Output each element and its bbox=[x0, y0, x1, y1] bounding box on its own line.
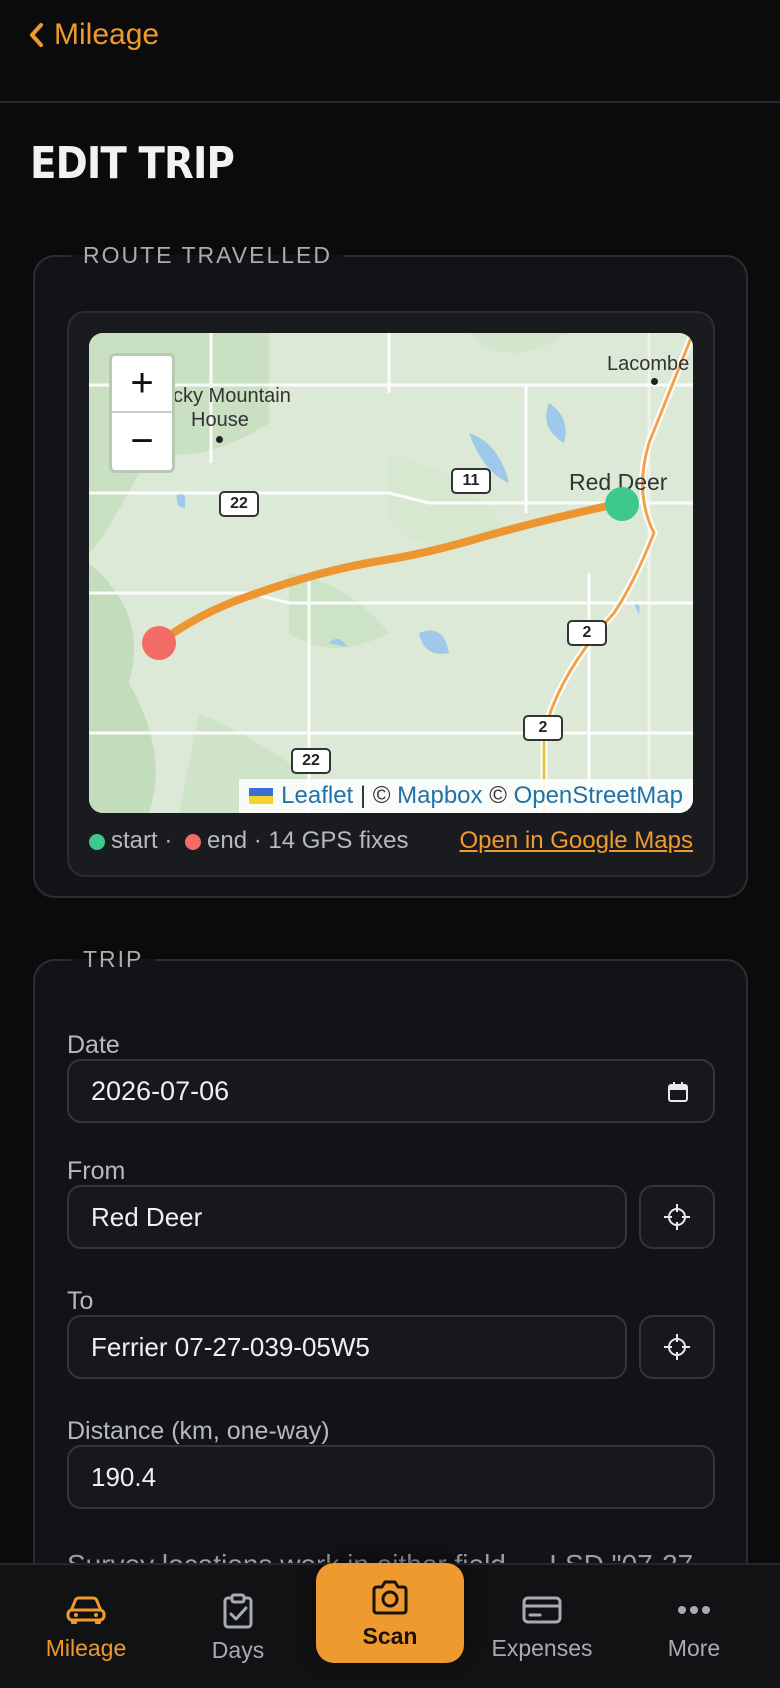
route-legend: ROUTE TRAVELLED bbox=[83, 242, 332, 268]
zoom-control: + − bbox=[109, 353, 175, 473]
mapbox-link[interactable]: Mapbox bbox=[397, 782, 482, 810]
gps-fix-count: 14 GPS fixes bbox=[268, 827, 409, 854]
end-dot-icon bbox=[185, 833, 202, 850]
tab-days[interactable]: Days bbox=[162, 1565, 314, 1688]
camera-icon bbox=[372, 1580, 408, 1615]
back-label: Mileage bbox=[54, 18, 160, 51]
clipboard-check-icon bbox=[223, 1593, 253, 1629]
zoom-in-button[interactable]: + bbox=[112, 356, 172, 413]
car-icon bbox=[66, 1596, 106, 1624]
more-dots-icon bbox=[678, 1606, 710, 1614]
attribution-separator: | © bbox=[353, 782, 398, 809]
tab-label: Expenses bbox=[491, 1635, 593, 1661]
route-map[interactable]: Lacombe cky Mountain House Red Deer 11 2… bbox=[89, 333, 693, 813]
back-button[interactable]: Mileage bbox=[28, 18, 159, 52]
map-legend: start · end · 14 GPS fixes bbox=[89, 827, 408, 855]
tab-scan[interactable]: Scan bbox=[316, 1563, 464, 1663]
distance-input[interactable]: 190.4 bbox=[67, 1445, 715, 1509]
tab-mileage[interactable]: Mileage bbox=[10, 1565, 162, 1688]
legend-start: start · bbox=[111, 827, 173, 854]
tab-more[interactable]: More bbox=[618, 1565, 770, 1688]
tab-label: Mileage bbox=[45, 1635, 127, 1661]
date-input[interactable]: 2026-07-06 bbox=[67, 1059, 715, 1123]
to-input[interactable]: Ferrier 07-27-039-05W5 bbox=[67, 1315, 627, 1379]
from-value: Red Deer bbox=[91, 1201, 203, 1232]
openstreetmap-link[interactable]: OpenStreetMap bbox=[514, 782, 683, 810]
attribution-separator: © bbox=[482, 782, 514, 809]
route-start-marker[interactable] bbox=[605, 487, 639, 521]
start-dot-icon bbox=[89, 833, 105, 850]
from-input[interactable]: Red Deer bbox=[67, 1185, 627, 1249]
crosshair-icon bbox=[664, 1334, 690, 1360]
chevron-left-icon bbox=[30, 23, 43, 47]
map-footer: start · end · 14 GPS fixes Open in Googl… bbox=[89, 823, 693, 859]
tab-label: Scan bbox=[362, 1623, 418, 1649]
credit-card-icon bbox=[522, 1596, 562, 1624]
date-value: 2026-07-06 bbox=[91, 1075, 230, 1106]
date-label: Date bbox=[67, 1031, 120, 1059]
tab-label: More bbox=[667, 1635, 721, 1661]
calendar-icon[interactable] bbox=[667, 1081, 689, 1103]
to-value: Ferrier 07-27-039-05W5 bbox=[91, 1331, 370, 1362]
distance-value: 190.4 bbox=[91, 1461, 157, 1492]
from-locate-button[interactable] bbox=[639, 1185, 715, 1249]
tab-label: Days bbox=[211, 1637, 265, 1663]
page-title: EDIT TRIP bbox=[30, 138, 235, 189]
distance-label: Distance (km, one-way) bbox=[67, 1417, 330, 1445]
route-card: ROUTE TRAVELLED Lacombe cky Mountain Hou… bbox=[33, 242, 748, 898]
zoom-out-button[interactable]: − bbox=[112, 413, 172, 470]
to-label: To bbox=[67, 1287, 94, 1315]
trip-legend: TRIP bbox=[83, 946, 144, 972]
tab-expenses[interactable]: Expenses bbox=[466, 1565, 618, 1688]
top-bar: Mileage bbox=[0, 0, 780, 103]
ukraine-flag-icon bbox=[249, 788, 274, 804]
from-label: From bbox=[67, 1157, 126, 1185]
open-google-maps-link[interactable]: Open in Google Maps bbox=[460, 827, 693, 855]
route-line bbox=[155, 499, 625, 647]
map-panel: Lacombe cky Mountain House Red Deer 11 2… bbox=[67, 311, 715, 877]
route-end-marker[interactable] bbox=[142, 626, 176, 660]
crosshair-icon bbox=[664, 1204, 690, 1230]
to-locate-button[interactable] bbox=[639, 1315, 715, 1379]
map-attribution: Leaflet | © Mapbox © OpenStreetMap bbox=[239, 779, 693, 813]
legend-end: end · bbox=[207, 827, 262, 854]
leaflet-link[interactable]: Leaflet bbox=[281, 782, 353, 810]
